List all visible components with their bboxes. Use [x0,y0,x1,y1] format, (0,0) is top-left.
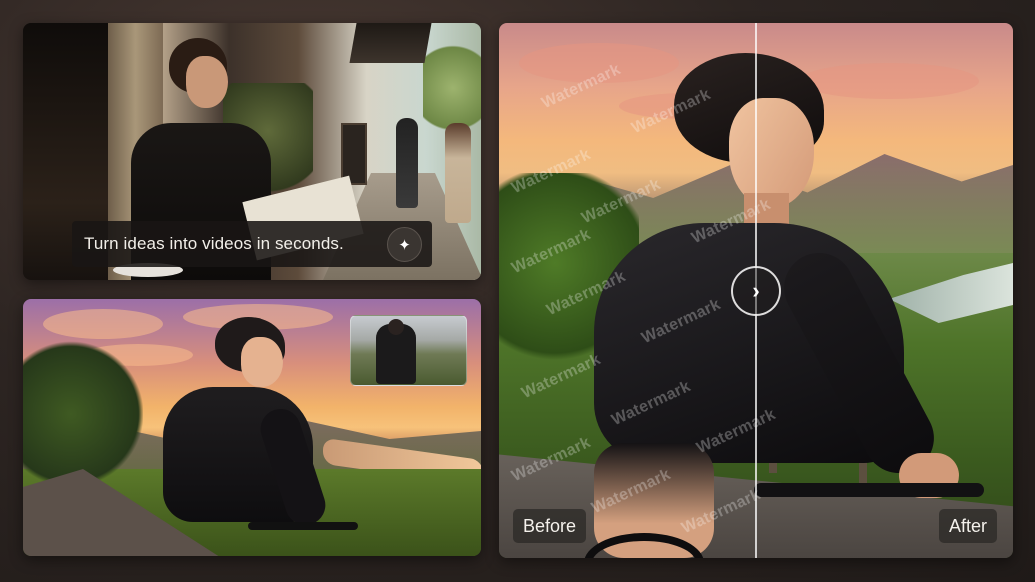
handlebar [248,522,358,530]
sparkle-icon: ✦ [398,236,411,254]
anime-style-card [23,299,481,556]
face [729,98,814,208]
realistic-photo-card: Turn ideas into videos in seconds. ✦ [23,23,481,280]
source-thumbnail[interactable] [350,315,467,386]
comparison-slider-handle[interactable]: › [731,266,781,316]
trees [23,339,143,489]
awning [349,23,432,63]
chevron-right-icon: › [752,278,760,303]
pedestrian [396,118,418,208]
pedestrian [445,123,471,223]
anime-cyclist [133,317,358,556]
before-label: Before [513,509,587,543]
thumbnail-head [388,319,404,335]
face [186,56,228,108]
caption-text: Turn ideas into videos in seconds. [84,234,344,253]
before-after-comparison[interactable]: Watermark Watermark Watermark Watermark … [499,23,1013,558]
sparkle-button[interactable]: ✦ [387,227,422,262]
face [241,337,283,387]
prompt-caption-bar[interactable]: Turn ideas into videos in seconds. ✦ [72,221,432,267]
after-label: After [938,509,997,543]
handlebar [754,483,984,497]
